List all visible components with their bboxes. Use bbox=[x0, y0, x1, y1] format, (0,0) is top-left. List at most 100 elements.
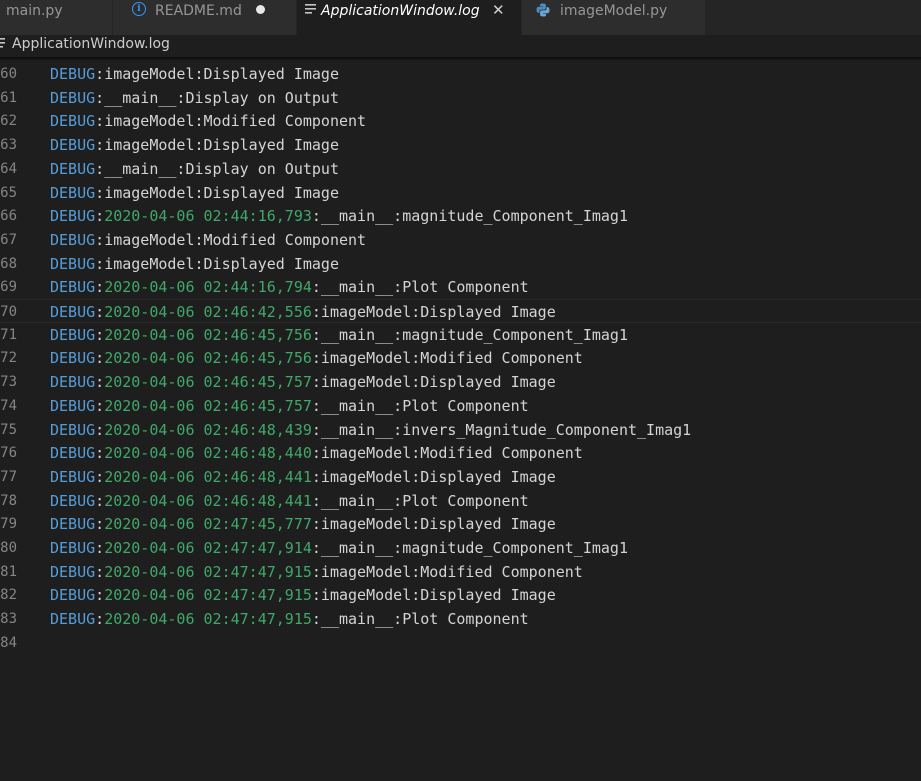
tab-label: README.md bbox=[155, 3, 242, 19]
log-separator: : bbox=[95, 65, 105, 83]
log-line[interactable]: 71 DEBUG:2020-04-06 02:46:45,756:__main__… bbox=[0, 323, 921, 347]
log-text: DEBUG:2020-04-06 02:47:47,915:imageModel… bbox=[50, 560, 583, 584]
log-line[interactable]: 63 DEBUG:imageModel:Displayed Image bbox=[0, 133, 921, 157]
log-timestamp: 2020-04-06 02:46:48,441 bbox=[104, 467, 312, 486]
log-line[interactable]: 62 DEBUG:imageModel:Modified Component bbox=[0, 109, 921, 133]
line-number: 73 bbox=[0, 374, 17, 391]
log-separator: : bbox=[95, 444, 105, 463]
scroll-shadow bbox=[0, 57, 921, 61]
log-line[interactable]: 72 DEBUG:2020-04-06 02:46:45,756:imageMod… bbox=[0, 346, 921, 370]
log-text: DEBUG:2020-04-06 02:46:45,757:__main__:P… bbox=[50, 394, 529, 418]
log-separator: : bbox=[95, 349, 105, 368]
log-text: DEBUG:imageModel:Displayed Image bbox=[50, 62, 339, 86]
log-text: DEBUG:imageModel:Modified Component bbox=[50, 228, 366, 252]
log-separator: : bbox=[95, 515, 105, 534]
line-number: 69 bbox=[0, 279, 17, 296]
log-text: DEBUG:2020-04-06 02:46:48,441:__main__:P… bbox=[50, 489, 529, 513]
line-number: 60 bbox=[0, 66, 17, 82]
log-level: DEBUG bbox=[50, 420, 96, 439]
log-message: imageModel:Displayed Image bbox=[104, 136, 339, 155]
log-message: :imageModel:Displayed Image bbox=[311, 515, 556, 534]
log-line[interactable]: 65 DEBUG:imageModel:Displayed Image bbox=[0, 181, 921, 205]
log-line[interactable]: 76 DEBUG:2020-04-06 02:46:48,440:imageMod… bbox=[0, 441, 921, 465]
line-number: 76 bbox=[0, 445, 17, 462]
log-line[interactable]: 81 DEBUG:2020-04-06 02:47:47,915:imageMod… bbox=[0, 560, 921, 584]
log-line[interactable]: 84 bbox=[0, 631, 921, 655]
log-timestamp: 2020-04-06 02:44:16,794 bbox=[104, 278, 312, 297]
log-line[interactable]: 80 DEBUG:2020-04-06 02:47:47,914:__main__… bbox=[0, 536, 921, 560]
log-text: DEBUG:__main__:Display on Output bbox=[50, 86, 339, 110]
log-separator: : bbox=[95, 112, 105, 131]
close-icon[interactable]: ✕ bbox=[492, 0, 505, 20]
log-level: DEBUG bbox=[50, 230, 96, 249]
log-line[interactable]: 60 DEBUG:imageModel:Displayed Image bbox=[0, 62, 921, 86]
log-message: :__main__:Plot Component bbox=[311, 396, 529, 415]
log-timestamp: 2020-04-06 02:46:45,756 bbox=[104, 325, 312, 344]
log-line[interactable]: 67 DEBUG:imageModel:Modified Component bbox=[0, 228, 921, 252]
tab-readme-md[interactable]: i README.md bbox=[113, 0, 296, 35]
log-message: :__main__:magnitude_Component_Imag1 bbox=[311, 207, 628, 226]
log-line[interactable]: 75 DEBUG:2020-04-06 02:46:48,439:__main__… bbox=[0, 418, 921, 442]
breadcrumb-file[interactable]: ApplicationWindow.log bbox=[12, 34, 170, 54]
line-number: 66 bbox=[0, 208, 17, 225]
log-separator: : bbox=[95, 373, 105, 392]
log-line[interactable]: 70 DEBUG:2020-04-06 02:46:42,556:imageMod… bbox=[0, 299, 921, 323]
log-timestamp: 2020-04-06 02:44:16,793 bbox=[104, 207, 312, 226]
log-timestamp: 2020-04-06 02:47:47,915 bbox=[104, 586, 312, 605]
log-line[interactable]: 79 DEBUG:2020-04-06 02:47:45,777:imageMod… bbox=[0, 512, 921, 536]
log-text: DEBUG:2020-04-06 02:46:48,439:__main__:i… bbox=[50, 418, 691, 442]
python-icon bbox=[536, 3, 550, 17]
log-timestamp: 2020-04-06 02:46:45,756 bbox=[104, 349, 312, 368]
log-text: DEBUG:imageModel:Displayed Image bbox=[50, 181, 339, 205]
tab-image-model-py[interactable]: imageModel.py bbox=[522, 0, 705, 35]
log-separator: : bbox=[95, 562, 105, 581]
log-line[interactable]: 74 DEBUG:2020-04-06 02:46:45,757:__main__… bbox=[0, 394, 921, 418]
log-line[interactable]: 83 DEBUG:2020-04-06 02:47:47,915:__main__… bbox=[0, 607, 921, 631]
log-line[interactable]: 64 DEBUG:__main__:Display on Output bbox=[0, 157, 921, 181]
log-timestamp: 2020-04-06 02:46:42,556 bbox=[104, 303, 312, 321]
log-text: DEBUG:2020-04-06 02:44:16,793:__main__:m… bbox=[50, 204, 628, 228]
log-text: DEBUG:2020-04-06 02:46:48,440:imageModel… bbox=[50, 441, 583, 465]
log-message: imageModel:Modified Component bbox=[104, 230, 367, 249]
log-message: :__main__:Plot Component bbox=[311, 278, 529, 297]
log-separator: : bbox=[95, 467, 105, 486]
tab-application-window-log[interactable]: ApplicationWindow.log ✕ bbox=[297, 0, 521, 35]
log-line[interactable]: 73 DEBUG:2020-04-06 02:46:45,757:imageMod… bbox=[0, 370, 921, 394]
log-line[interactable]: 82 DEBUG:2020-04-06 02:47:47,915:imageMod… bbox=[0, 583, 921, 607]
log-text: DEBUG:2020-04-06 02:46:45,756:imageModel… bbox=[50, 346, 583, 370]
log-timestamp: 2020-04-06 02:46:48,441 bbox=[104, 491, 312, 510]
log-message: :__main__:invers_Magnitude_Component_Ima… bbox=[311, 420, 692, 439]
log-separator: : bbox=[95, 207, 105, 226]
tab-label: imageModel.py bbox=[560, 3, 668, 19]
log-level: DEBUG bbox=[50, 562, 96, 581]
unsaved-dot-icon[interactable] bbox=[256, 5, 265, 14]
log-separator: : bbox=[95, 303, 105, 321]
log-text: DEBUG:imageModel:Displayed Image bbox=[50, 252, 339, 276]
log-line[interactable]: 69 DEBUG:2020-04-06 02:44:16,794:__main__… bbox=[0, 275, 921, 299]
log-text: DEBUG:__main__:Display on Output bbox=[50, 157, 339, 181]
log-message: imageModel:Displayed Image bbox=[104, 65, 339, 83]
log-timestamp: 2020-04-06 02:47:47,914 bbox=[104, 539, 312, 557]
log-timestamp: 2020-04-06 02:46:48,439 bbox=[104, 420, 312, 439]
log-separator: : bbox=[95, 396, 105, 415]
editor[interactable]: 60 DEBUG:imageModel:Displayed Image 61 DEBU… bbox=[0, 62, 921, 781]
log-message: :imageModel:Modified Component bbox=[311, 349, 583, 368]
log-level: DEBUG bbox=[50, 586, 96, 605]
log-level: DEBUG bbox=[50, 207, 96, 226]
log-line[interactable]: 77 DEBUG:2020-04-06 02:46:48,441:imageMod… bbox=[0, 465, 921, 489]
tab-main-py[interactable]: main.py bbox=[0, 0, 112, 35]
log-message: imageModel:Displayed Image bbox=[104, 254, 339, 273]
log-line[interactable]: 68 DEBUG:imageModel:Displayed Image bbox=[0, 252, 921, 276]
line-number: 61 bbox=[0, 89, 17, 106]
line-number: 83 bbox=[0, 611, 17, 628]
log-message: __main__:Display on Output bbox=[104, 159, 339, 178]
tab-bar: main.py i README.md ApplicationWindow.lo… bbox=[0, 0, 921, 35]
log-text: DEBUG:2020-04-06 02:46:45,756:__main__:m… bbox=[50, 323, 628, 347]
log-line[interactable]: 78 DEBUG:2020-04-06 02:46:48,441:__main__… bbox=[0, 489, 921, 513]
log-message: imageModel:Displayed Image bbox=[104, 183, 339, 202]
log-line[interactable]: 61 DEBUG:__main__:Display on Output bbox=[0, 86, 921, 110]
log-level: DEBUG bbox=[50, 278, 96, 297]
log-timestamp: 2020-04-06 02:46:45,757 bbox=[104, 373, 312, 392]
log-line[interactable]: 66 DEBUG:2020-04-06 02:44:16,793:__main__… bbox=[0, 204, 921, 228]
log-separator: : bbox=[95, 254, 105, 273]
